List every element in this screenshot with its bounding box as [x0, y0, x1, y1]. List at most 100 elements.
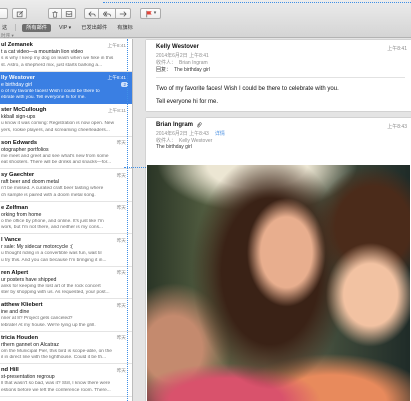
- message-preview-line: ebrate with you. Tell everyone hi for me…: [1, 95, 86, 100]
- sender-name: e Zelfman: [1, 204, 29, 211]
- message-subject: ur posters have shipped: [1, 276, 57, 283]
- message-preview-line: anks for keeping the lost art of the roc…: [1, 283, 101, 289]
- sender-name[interactable]: Kelly Westover: [156, 44, 199, 50]
- compose-button[interactable]: [12, 8, 27, 19]
- filter-item-all-mail[interactable]: 所有邮件: [22, 23, 51, 32]
- message-card-reply: Kelly Westover 上午8:41 2014年6月2日 上午8:41 收…: [146, 40, 411, 111]
- message-subject: otographer portfolios: [1, 146, 49, 153]
- message-preview-line: o of my favorite faces! Wish I could be …: [1, 88, 100, 94]
- message-time: 昨天: [116, 270, 126, 275]
- toolbar: ▾ 这 所有邮件 VIP ▾ 已发出邮件 有旗标 时序 ▾: [0, 0, 411, 38]
- message-preview-line: u know it was coming: Registration is no…: [1, 121, 115, 126]
- message-subject: e birthday girl: [1, 81, 33, 88]
- filter-item-vip[interactable]: VIP ▾: [57, 24, 73, 32]
- message-preview-line: yers, rookie players, and screaming chee…: [1, 127, 110, 133]
- message-date: 2014年6月2日 上午8:41: [156, 53, 209, 59]
- forward-icon: [119, 10, 127, 17]
- message-time: 昨天: [116, 367, 126, 373]
- message-time: 昨天: [116, 172, 126, 178]
- message-list: ul Zemanek 上午8:41 t a cat video—a mounta…: [0, 39, 133, 401]
- reply-button[interactable]: [84, 8, 99, 19]
- message-body-line: Tell everyone hi for me.: [156, 99, 219, 105]
- sender-name[interactable]: Brian Ingram: [156, 122, 193, 128]
- message-list-item[interactable]: son Edwards 昨天 otographer portfolios me …: [0, 137, 132, 169]
- message-list-item[interactable]: atthew Kliebert 昨天 ine and dine nner at …: [0, 299, 132, 332]
- sender-name: ster McCullough: [1, 107, 47, 113]
- divider: [15, 24, 17, 31]
- message-preview-line: estions before we left the conference ro…: [1, 387, 111, 393]
- message-time: 上午8:11: [107, 107, 126, 113]
- message-preview-line: work, but I'm not there, and neither is …: [1, 225, 103, 230]
- message-list-item[interactable]: nd Hill 昨天 st-presentation regroup ll th…: [0, 364, 132, 397]
- message-subject: orking from home: [1, 211, 42, 218]
- mailbox-filter-bar: 这 所有邮件 VIP ▾ 已发出邮件 有旗标: [0, 23, 135, 32]
- message-list-item[interactable]: ster McCullough 上午8:11 kkball sign-ups u…: [0, 104, 132, 137]
- message-preview-line: me meet and greet and see what's new fro…: [1, 153, 109, 159]
- message-preview-line: u try this. And you can because I'm brin…: [1, 257, 107, 263]
- message-preview-line: om the Municipal Pier, this bird is scop…: [1, 348, 112, 354]
- photo-attachment[interactable]: [147, 165, 410, 401]
- message-time: 昨天: [116, 205, 126, 210]
- focus-outline: [124, 167, 146, 168]
- sender-name: lly Westover: [1, 74, 36, 81]
- message-subject: st-presentation regroup: [1, 374, 55, 380]
- message-subject: kkball sign-ups: [1, 114, 36, 120]
- junk-icon: [65, 10, 72, 17]
- message-list-item[interactable]: e Zelfman 昨天 orking from home o the offi…: [0, 202, 132, 234]
- message-subject: The birthday girl: [174, 67, 210, 73]
- focus-outline: [127, 39, 128, 401]
- message-time: 上午8:43: [387, 123, 407, 130]
- message-time: 上午8:41: [387, 45, 407, 52]
- trash-icon: [52, 10, 58, 18]
- message-body-line: Two of my favorite faces! Wish I could b…: [156, 86, 339, 92]
- pencil-square-icon: [16, 10, 23, 17]
- message-list-item[interactable]: ul Zemanek 上午8:41 t a cat video—a mounta…: [0, 39, 132, 72]
- chevron-down-icon: ▾: [153, 10, 157, 16]
- sender-name: l Vance: [1, 237, 21, 243]
- details-link[interactable]: 详情: [215, 131, 225, 137]
- delete-button[interactable]: [48, 8, 62, 19]
- message-time: 昨天: [116, 302, 126, 308]
- flag-button[interactable]: ▾: [140, 8, 161, 19]
- recipient-line: 收件人： Brian Ingram: [156, 59, 208, 66]
- reply-all-icon: [103, 10, 111, 17]
- filter-item-flagged[interactable]: 有旗标: [115, 24, 135, 32]
- message-preview-line: o the office by phone, and online. It's …: [1, 218, 104, 224]
- filter-item-sent[interactable]: 已发出邮件: [79, 24, 109, 32]
- sender-name: atthew Kliebert: [1, 302, 43, 308]
- message-list-item[interactable]: lly Westover 上午8:41 e birthday girl o of…: [0, 71, 132, 104]
- message-time: 上午8:41: [107, 42, 127, 48]
- sender-name: sy Gaechter: [1, 172, 35, 178]
- message-time: 昨天: [116, 335, 126, 340]
- message-preview-line: nner at 8? Project gets canceled?: [1, 316, 73, 321]
- paperclip-icon: [197, 122, 202, 128]
- sender-header: Kelly Westover: [156, 44, 199, 50]
- message-list-item[interactable]: ren Alpert 昨天 ur posters have shipped an…: [0, 267, 132, 299]
- message-list-item[interactable]: l Vance 昨天 r sale: My sidecar motorcycle…: [0, 234, 132, 267]
- message-preview-line: st. Astro, a shepherd mix, just starts b…: [1, 62, 103, 68]
- message-card-original: Brian Ingram 上午8:43 2014年6月2日 上午8:43 详情 收…: [146, 118, 411, 401]
- subject-label: 回复：: [156, 67, 172, 73]
- message-preview-line: il in direct line with the lighthouse. C…: [1, 355, 107, 360]
- message-list-item[interactable]: sy Gaechter 昨天 raft beer and doom metal …: [0, 169, 132, 202]
- date-line: 2014年6月2日 上午8:43 详情: [156, 130, 225, 137]
- sender-name: tricia Houden: [1, 334, 39, 341]
- flag-icon: [146, 10, 152, 17]
- junk-button[interactable]: [62, 8, 76, 19]
- sender-header: Brian Ingram: [156, 122, 202, 128]
- sender-name: ul Zemanek: [1, 42, 33, 48]
- sender-name: son Edwards: [1, 139, 38, 146]
- forward-button[interactable]: [116, 8, 131, 19]
- toolbar-button-partial[interactable]: [0, 8, 8, 19]
- message-preview-line: ster by shopping with us. As requested, …: [1, 290, 110, 295]
- message-preview-line: u thought riding in a convertible was fu…: [1, 251, 102, 256]
- message-list-item[interactable]: tricia Houden 昨天 rthern gannet on Alcatr…: [0, 332, 132, 364]
- message-subject: ine and dine: [1, 309, 30, 315]
- reply-icon: [87, 10, 96, 17]
- filter-item-inbox[interactable]: 这: [0, 24, 9, 32]
- message-subject: t a cat video—a mountain lion video: [1, 49, 84, 55]
- reply-all-button[interactable]: [99, 8, 116, 19]
- recipient-line: 收件人： Kelly Westover: [156, 137, 212, 144]
- sender-name: nd Hill: [1, 367, 19, 373]
- message-preview-line: ch sample is paired with a doom metal so…: [1, 192, 96, 198]
